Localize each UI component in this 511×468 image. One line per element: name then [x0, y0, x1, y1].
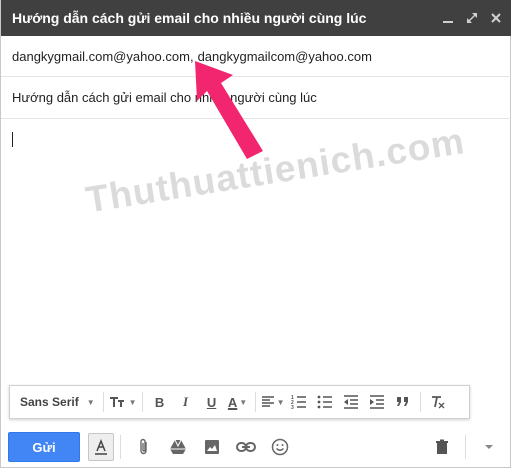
quote-icon[interactable]	[391, 389, 415, 415]
bold-icon[interactable]: B	[148, 389, 172, 415]
emoji-icon[interactable]	[263, 432, 297, 462]
compose-bottom-bar: Gửi	[1, 426, 511, 468]
toolbar-divider	[254, 392, 256, 412]
close-icon[interactable]	[484, 0, 508, 36]
formatting-toolbar: Sans Serif ▼ ▼ B I U A ▼ ▼ 123	[9, 385, 470, 419]
toolbar-divider	[120, 435, 121, 459]
popout-icon[interactable]	[460, 0, 484, 36]
text-color-icon[interactable]: A ▼	[226, 389, 250, 415]
indent-less-icon[interactable]	[339, 389, 363, 415]
toolbar-divider	[465, 435, 466, 459]
subject-value: Hướng dẫn cách gửi email cho nhiều người…	[12, 90, 317, 105]
numbered-list-icon[interactable]: 123	[287, 389, 311, 415]
underline-icon[interactable]: U	[200, 389, 224, 415]
trash-icon[interactable]	[425, 432, 459, 462]
svg-text:3: 3	[291, 405, 294, 409]
text-cursor	[12, 132, 13, 147]
text-size-icon[interactable]: ▼	[109, 389, 137, 415]
italic-icon[interactable]: I	[174, 389, 198, 415]
minimize-icon[interactable]	[436, 0, 460, 36]
font-family-value: Sans Serif	[20, 395, 79, 409]
toolbar-divider	[102, 392, 104, 412]
indent-more-icon[interactable]	[365, 389, 389, 415]
compose-window: Hướng dẫn cách gửi email cho nhiều người…	[0, 0, 511, 468]
annotation-arrow-icon	[195, 61, 263, 159]
chevron-down-icon: ▼	[86, 397, 95, 407]
recipient-item[interactable]: dangkygmail.com@yahoo.com	[12, 49, 190, 64]
drive-icon[interactable]	[161, 432, 195, 462]
toolbar-divider	[141, 392, 143, 412]
link-icon[interactable]	[229, 432, 263, 462]
compose-titlebar[interactable]: Hướng dẫn cách gửi email cho nhiều người…	[1, 0, 511, 36]
more-options-icon[interactable]	[472, 432, 506, 462]
send-button[interactable]: Gửi	[8, 432, 80, 462]
compose-title: Hướng dẫn cách gửi email cho nhiều người…	[12, 10, 367, 26]
toolbar-divider	[419, 392, 421, 412]
align-icon[interactable]: ▼	[261, 389, 285, 415]
attach-icon[interactable]	[127, 432, 161, 462]
font-family-select[interactable]: Sans Serif ▼	[16, 395, 99, 409]
formatting-toggle-icon[interactable]	[88, 433, 114, 461]
insert-photo-icon[interactable]	[195, 432, 229, 462]
remove-formatting-icon[interactable]	[426, 389, 450, 415]
bulleted-list-icon[interactable]	[313, 389, 337, 415]
